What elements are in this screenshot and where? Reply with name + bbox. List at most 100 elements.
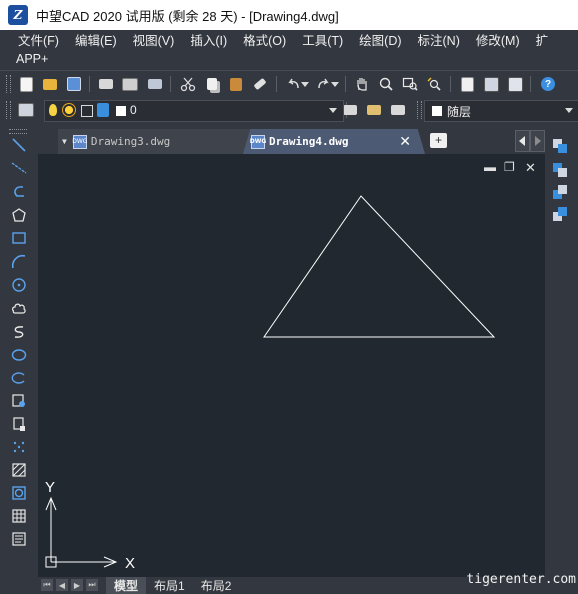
open-folder-icon[interactable] [40,74,60,94]
menu-edit[interactable]: 编辑(E) [67,30,125,50]
layer-states-icon[interactable] [388,100,408,120]
undo-dropdown-icon[interactable] [300,74,310,94]
zoom-previous-icon[interactable] [424,74,444,94]
ellipse-icon[interactable] [9,345,29,365]
toolbar-grip[interactable] [6,75,11,93]
view-send-icon[interactable] [551,205,571,225]
tab-layout2[interactable]: 布局2 [193,577,240,594]
layer-manager-icon[interactable] [16,100,36,120]
chevron-down-icon [565,108,573,113]
ucs-icon: Y X [45,479,135,572]
tool-palette-icon[interactable] [505,74,525,94]
layer-previous-icon[interactable] [364,100,384,120]
menu-view[interactable]: 视图(V) [125,30,183,50]
menu-format[interactable]: 格式(O) [235,30,294,50]
sun-icon [63,104,75,116]
view-back-icon[interactable] [551,183,571,203]
redo-dropdown-icon[interactable] [330,74,340,94]
triangle-shape[interactable] [263,195,496,338]
tab-list-dropdown-icon[interactable]: ▼ [62,137,67,146]
color-dropdown[interactable]: 随层 [424,100,578,122]
color-swatch [432,106,442,116]
ellipse-arc-icon[interactable] [9,368,29,388]
copy-icon[interactable] [202,74,222,94]
tab-model[interactable]: 模型 [106,576,147,594]
tab-scroll-right-icon[interactable] [530,130,545,152]
first-layout-icon[interactable]: ⏮ [41,579,53,591]
standard-toolbar: ? [0,70,578,97]
print-preview-icon[interactable] [120,74,140,94]
hatch-icon[interactable] [9,460,29,480]
new-tab-icon[interactable]: + [430,133,447,148]
drawing-canvas[interactable]: ▬ ❐ ✕ Y X [38,154,545,577]
toolbar-grip[interactable] [6,101,11,119]
construction-line-icon[interactable] [9,158,29,178]
insert-block-icon[interactable] [9,391,29,411]
line-tool-icon[interactable] [9,135,29,155]
watermark-text: tigerenter.com [466,572,576,587]
menu-app-plus[interactable]: APP+ [0,52,56,66]
menu-file[interactable]: 文件(F) [0,30,67,50]
dwg-file-icon: DWG [72,134,87,149]
design-center-icon[interactable] [481,74,501,94]
toolbar-grip[interactable] [9,129,27,134]
multiline-text-icon[interactable] [9,529,29,549]
paste-icon[interactable] [226,74,246,94]
cut-icon[interactable] [178,74,198,94]
properties-icon[interactable] [457,74,477,94]
prev-layout-icon[interactable]: ◀ [56,579,68,591]
current-layer-name: 0 [130,103,137,117]
menu-extend[interactable]: 扩 [528,30,557,50]
layer-color-swatch [116,106,126,116]
pan-hand-icon[interactable] [352,74,372,94]
ucs-y-label: Y [45,479,55,496]
region-icon[interactable] [9,483,29,503]
rectangle-icon[interactable] [9,228,29,248]
make-block-icon[interactable] [9,414,29,434]
arc-icon[interactable] [9,252,29,272]
draw-toolbar [0,125,36,580]
menu-bar: 文件(F) 编辑(E) 视图(V) 插入(I) 格式(O) 工具(T) 绘图(D… [0,30,578,68]
zoom-realtime-icon[interactable] [376,74,396,94]
light-bulb-icon [49,104,57,116]
menu-tools[interactable]: 工具(T) [294,30,351,50]
window-title: 中望CAD 2020 试用版 (剩余 28 天) - [Drawing4.dwg… [36,8,339,24]
menu-modify[interactable]: 修改(M) [468,30,528,50]
polyline-icon[interactable] [9,182,29,202]
tab-drawing4[interactable]: DWG Drawing4.dwg ✕ [243,129,425,154]
dwg-file-icon: DWG [250,134,266,149]
menu-dimension[interactable]: 标注(N) [410,30,468,50]
publish-icon[interactable] [145,74,165,94]
color-value: 随层 [447,105,472,119]
layer-dropdown[interactable]: 0 [44,100,344,122]
lock-icon [97,103,109,117]
zoom-window-icon[interactable] [400,74,420,94]
tab-scroll-left-icon[interactable] [515,130,530,152]
document-tab-bar: ▼ DWG Drawing3.dwg DWG Drawing4.dwg ✕ + [38,127,545,154]
close-tab-icon[interactable]: ✕ [399,134,411,150]
menu-insert[interactable]: 插入(I) [182,30,235,50]
next-layout-icon[interactable]: ▶ [71,579,83,591]
circle-icon[interactable] [9,275,29,295]
menu-draw[interactable]: 绘图(D) [351,30,409,50]
save-icon[interactable] [64,74,84,94]
print-icon[interactable] [96,74,116,94]
view-cube-icon[interactable] [551,137,571,157]
last-layout-icon[interactable]: ⏭ [86,579,98,591]
spline-icon[interactable] [9,322,29,342]
point-icon[interactable] [9,437,29,457]
help-icon[interactable]: ? [538,74,558,94]
viewport-freeze-icon [81,105,93,117]
view-toolbar [545,125,578,585]
title-bar: Z 中望CAD 2020 试用版 (剩余 28 天) - [Drawing4.d… [0,0,578,30]
view-front-icon[interactable] [551,161,571,181]
revision-cloud-icon[interactable] [9,298,29,318]
polygon-icon[interactable] [9,205,29,225]
drawing-svg: Y X [45,195,496,572]
match-properties-icon[interactable] [250,74,270,94]
toolbar-grip[interactable] [417,101,422,119]
table-icon[interactable] [9,506,29,526]
tab-layout1[interactable]: 布局1 [146,577,193,594]
tab-label: Drawing3.dwg [90,135,171,148]
new-file-icon[interactable] [16,74,36,94]
